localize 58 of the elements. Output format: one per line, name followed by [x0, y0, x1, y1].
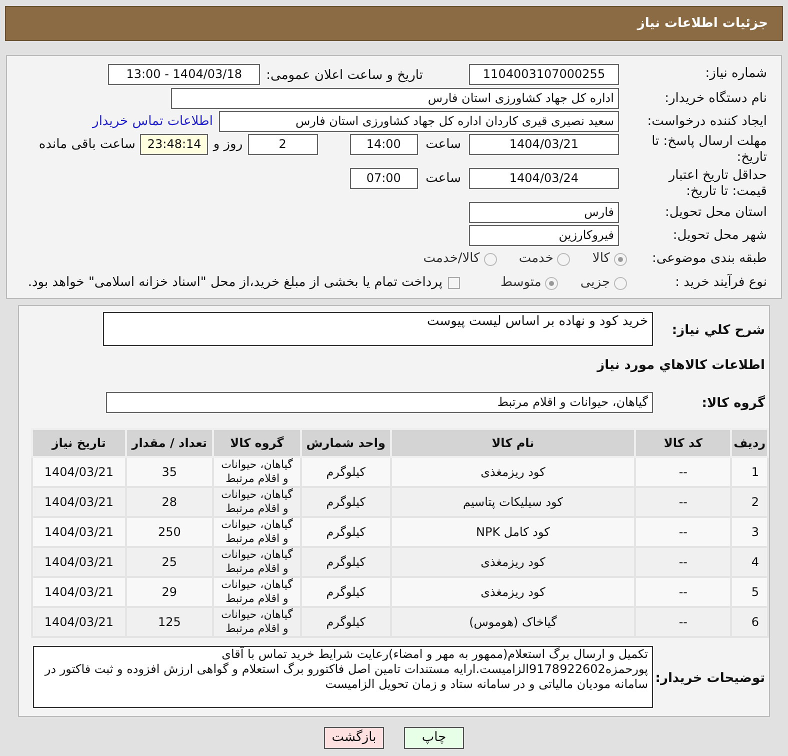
- table-cell: 125: [126, 607, 214, 637]
- text-field[interactable]: اداره کل جهاد کشاورزی استان فارس: [171, 88, 619, 109]
- field-label: ساعت باقی مانده: [38, 136, 136, 154]
- field-label: حداقل تاریخ اعتبار قیمت: تا تاریخ:: [667, 168, 767, 200]
- text-field[interactable]: فیروکارزین: [469, 225, 619, 246]
- checkbox[interactable]: [448, 277, 460, 289]
- section-heading: اطلاعات کالاهاي مورد نياز: [597, 358, 765, 373]
- print-button[interactable]: چاپ: [404, 727, 464, 749]
- text-field[interactable]: 1404/03/24: [469, 168, 619, 189]
- table-cell: --: [635, 607, 732, 637]
- radio-label: جزیی: [580, 274, 610, 292]
- field-label: توضیحات خریدار:: [655, 671, 765, 686]
- column-header: نام کالا: [390, 429, 636, 457]
- table-cell: کیلوگرم: [300, 607, 391, 637]
- radio-button[interactable]: [614, 252, 627, 266]
- field-label: مهلت ارسال پاسخ: تا تاریخ:: [650, 134, 767, 166]
- field-label: نوع فرآیند خرید :: [674, 275, 767, 291]
- buyer-contact-link[interactable]: اطلاعات تماس خریدار: [92, 112, 213, 132]
- text-field[interactable]: گیاهان، حیوانات و اقلام مرتبط: [106, 392, 653, 412]
- text-field[interactable]: 1104003107000255: [469, 64, 619, 84]
- notes-textarea[interactable]: تکمیل و ارسال برگ استعلام(ممهور به مهر و امضاء)رعایت شرایط خرید تماس با آقای پورحمزه9178922602الزامیست.ارایه مستندات تامین اصل فاکتورو برگ استعلام و گواهی ارزش افزوده و ثبت فاکتور در سامانه مودیان مالیاتی و در سامانه ستاد و زمان تحویل الزامیست: [33, 646, 653, 708]
- field-label: شهر محل تحویل:: [672, 228, 767, 244]
- field-label: گروه کالا:: [702, 396, 765, 411]
- text-field[interactable]: 14:00: [350, 134, 418, 155]
- table-cell: 6: [731, 607, 768, 637]
- radio-label: کالا/خدمت: [423, 250, 480, 268]
- radio-button[interactable]: [614, 276, 627, 290]
- page-title: جزئیات اطلاعات نیاز: [637, 14, 768, 33]
- field-label: ساعت: [426, 136, 461, 154]
- field-label: شماره نیاز:: [704, 66, 767, 82]
- field-label: استان محل تحویل:: [664, 204, 767, 220]
- text-field[interactable]: 1404/03/18 - 13:00: [108, 64, 260, 84]
- text-field[interactable]: 2: [248, 134, 318, 155]
- text-field[interactable]: 23:48:14: [140, 134, 208, 155]
- radio-label: متوسط: [500, 274, 542, 292]
- field-label: طبقه بندی موضوعی:: [650, 251, 767, 267]
- table-cell: 1404/03/21: [32, 607, 126, 637]
- back-button[interactable]: بازگشت: [324, 727, 384, 749]
- column-header: ردیف: [731, 429, 768, 457]
- checkbox-label: پرداخت تمام یا بخشی از مبلغ خرید،از محل "اسناد خزانه اسلامی" خواهد بود.: [28, 274, 442, 292]
- field-label: روز و: [213, 136, 243, 154]
- field-label: نام دستگاه خریدار:: [664, 90, 767, 106]
- field-label: شرح کلي نياز:: [672, 323, 765, 338]
- table-cell: گیاخاک (هوموس): [390, 607, 636, 637]
- radio-button[interactable]: [484, 252, 497, 266]
- field-label: ایجاد کننده درخواست:: [646, 114, 767, 130]
- radio-button[interactable]: [557, 252, 570, 266]
- text-field[interactable]: 1404/03/21: [469, 134, 619, 155]
- radio-label: کالا: [592, 250, 610, 268]
- table-cell: گیاهان، حیوانات و اقلام مرتبط: [213, 607, 301, 637]
- text-field[interactable]: فارس: [469, 202, 619, 223]
- text-field[interactable]: 07:00: [350, 168, 418, 189]
- text-field[interactable]: سعید نصیری قیری کاردان اداره کل جهاد کشاورزی استان فارس: [219, 111, 619, 132]
- field-label: ساعت: [426, 170, 461, 188]
- field-label: تاریخ و ساعت اعلان عمومی:: [266, 68, 423, 83]
- description-textarea[interactable]: خرید کود و نهاده بر اساس لیست پیوست: [103, 312, 653, 346]
- radio-button[interactable]: [545, 276, 558, 290]
- radio-label: خدمت: [518, 250, 554, 268]
